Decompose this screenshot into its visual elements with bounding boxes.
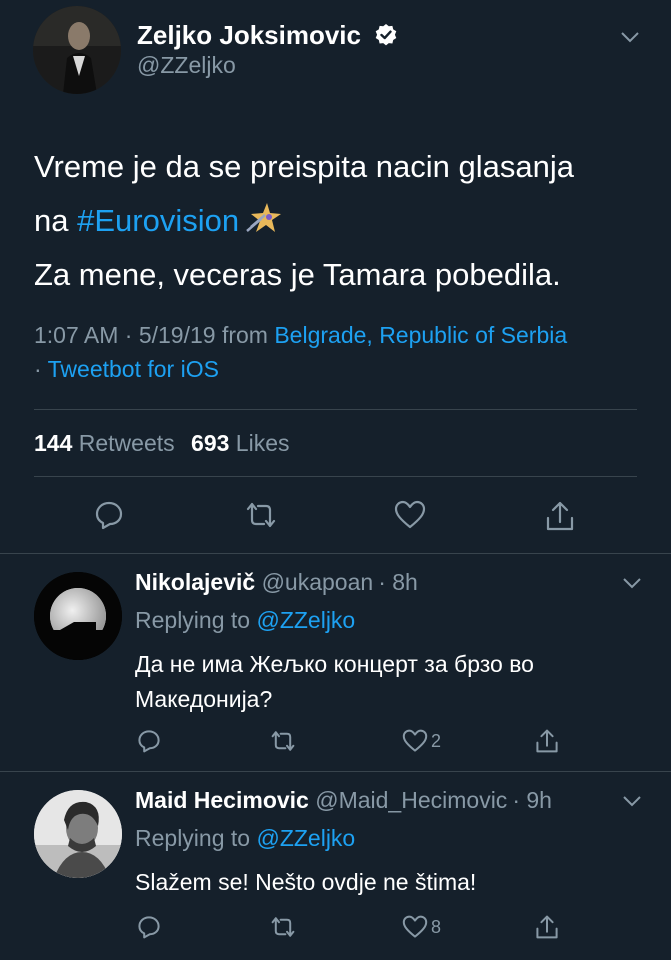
tweet-text: Vreme je da se preispita nacin glasanja … <box>34 140 574 302</box>
retweets-label: Retweets <box>78 430 175 456</box>
retweet-icon[interactable] <box>269 729 297 753</box>
avatar[interactable] <box>34 572 122 660</box>
like-icon[interactable] <box>394 500 426 530</box>
replying-to-label: Replying to <box>135 607 251 633</box>
reply-author-handle[interactable]: @Maid_Hecimovic <box>315 787 507 813</box>
reply-text-line: Македонија? <box>135 686 273 712</box>
main-tweet: Zeljko Joksimovic @ZZeljko Vreme je da s… <box>0 0 671 553</box>
hashtag-link[interactable]: #Eurovision <box>77 203 239 238</box>
like-icon <box>402 729 428 753</box>
replying-to: Replying to @ZZeljko <box>135 607 355 634</box>
likes-label: Likes <box>235 430 290 456</box>
reply-text-line: Slažem se! Nešto ovdje ne štima! <box>135 869 477 895</box>
tweet-stats: 144 Retweets 693 Likes <box>34 430 290 457</box>
author-handle[interactable]: @ZZeljko <box>137 52 236 79</box>
replying-to-handle[interactable]: @ZZeljko <box>256 607 355 633</box>
reply-text-line: Да не има Жељко концерт за брзо во <box>135 651 534 677</box>
author-name[interactable]: Zeljko Joksimovic <box>137 20 398 51</box>
likes-stat[interactable]: 693 Likes <box>191 430 289 456</box>
retweet-icon[interactable] <box>244 500 278 530</box>
eurovision-star-icon <box>245 201 283 235</box>
tweet-text-line: Vreme je da se preispita nacin glasanja <box>34 149 574 184</box>
retweets-count: 144 <box>34 430 73 456</box>
like-button[interactable]: 8 <box>402 915 441 939</box>
reply-text: Да не има Жељко концерт за брзо во Макед… <box>135 647 534 717</box>
reply-icon[interactable] <box>137 729 161 753</box>
reply-time: · 8h <box>378 569 418 595</box>
replying-to: Replying to @ZZeljko <box>135 825 355 852</box>
retweet-icon[interactable] <box>269 915 297 939</box>
like-count: 2 <box>431 730 442 751</box>
likes-count: 693 <box>191 430 230 456</box>
reply-author-name[interactable]: Nikolajevič <box>135 569 255 595</box>
verified-badge-icon <box>374 23 398 47</box>
avatar[interactable] <box>33 6 121 94</box>
reply-header: Maid Hecimovic @Maid_Hecimovic · 9h <box>135 787 552 814</box>
retweets-stat[interactable]: 144 Retweets <box>34 430 175 456</box>
share-icon[interactable] <box>545 500 575 532</box>
tweet-time: 1:07 AM · 5/19/19 from <box>34 322 275 348</box>
tweet-meta: 1:07 AM · 5/19/19 from Belgrade, Republi… <box>34 318 567 386</box>
avatar[interactable] <box>34 790 122 878</box>
chevron-down-icon[interactable] <box>622 576 642 590</box>
reply-text: Slažem se! Nešto ovdje ne štima! <box>135 865 476 900</box>
like-icon <box>402 915 428 939</box>
reply-tweet[interactable]: Nikolajevič @ukapoan · 8h Replying to @ZZ… <box>0 554 671 771</box>
reply-time: · 9h <box>512 787 552 813</box>
reply-author-name[interactable]: Maid Hecimovic <box>135 787 309 813</box>
divider <box>34 476 637 477</box>
chevron-down-icon[interactable] <box>622 794 642 808</box>
share-icon[interactable] <box>535 728 559 754</box>
reply-tweet[interactable]: Maid Hecimovic @Maid_Hecimovic · 9h Reply… <box>0 772 671 960</box>
replying-to-label: Replying to <box>135 825 251 851</box>
reply-header: Nikolajevič @ukapoan · 8h <box>135 569 418 596</box>
share-icon[interactable] <box>535 914 559 940</box>
reply-icon[interactable] <box>94 500 124 530</box>
location-link[interactable]: Belgrade, Republic of Serbia <box>274 322 567 348</box>
chevron-down-icon[interactable] <box>620 30 640 44</box>
client-separator: · <box>34 356 48 382</box>
like-button[interactable]: 2 <box>402 729 441 753</box>
tweet-text-prefix: na <box>34 203 78 238</box>
author-name-text: Zeljko Joksimovic <box>137 20 361 50</box>
reply-icon[interactable] <box>137 915 161 939</box>
like-count: 8 <box>431 916 442 937</box>
divider <box>34 409 637 410</box>
tweet-text-line: na #Eurovision <box>34 194 574 248</box>
reply-author-handle[interactable]: @ukapoan <box>262 569 374 595</box>
replying-to-handle[interactable]: @ZZeljko <box>256 825 355 851</box>
tweet-text-line: Za mene, veceras je Tamara pobedila. <box>34 257 561 292</box>
client-link[interactable]: Tweetbot for iOS <box>48 356 219 382</box>
